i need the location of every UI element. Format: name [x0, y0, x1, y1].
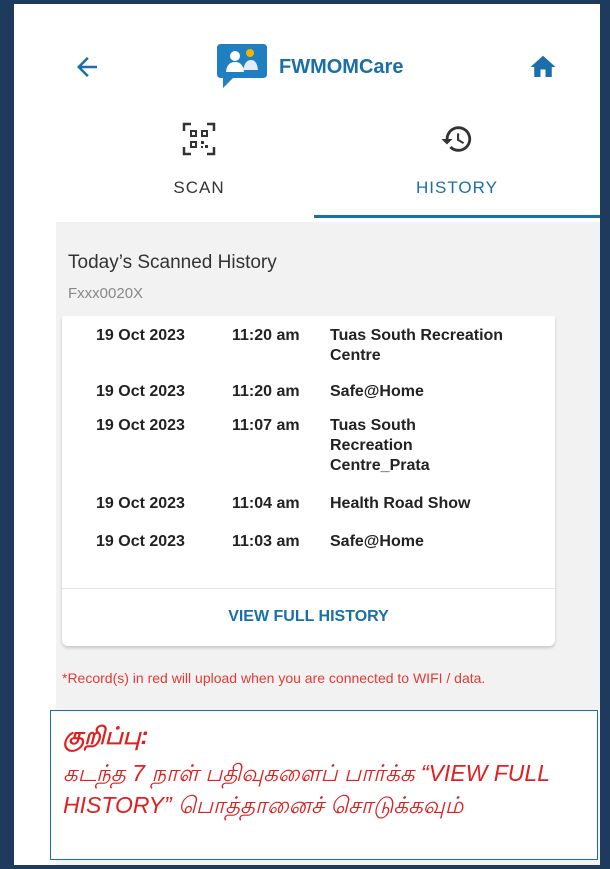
app-logo	[217, 42, 271, 90]
row-date: 19 Oct 2023	[96, 383, 185, 400]
row-time: 11:20 am	[232, 327, 300, 344]
user-id: Fxxx0020X	[68, 285, 144, 302]
view-full-history-button[interactable]: VIEW FULL HISTORY	[62, 588, 555, 646]
app-frame: FWMOMCare SCAN HISTORY Today’s Scanned H…	[14, 4, 600, 865]
tab-scan-label: SCAN	[173, 178, 225, 197]
row-location: Safe@Home	[330, 383, 424, 400]
row-location: Health Road Show	[330, 495, 471, 512]
app-title: FWMOMCare	[279, 56, 404, 78]
qr-code-icon	[182, 122, 216, 156]
tab-history-label: HISTORY	[416, 178, 498, 197]
app-header: FWMOMCare	[14, 4, 600, 108]
history-clock-icon	[441, 126, 472, 152]
row-date: 19 Oct 2023	[96, 495, 185, 512]
row-time: 11:07 am	[232, 417, 300, 434]
row-date: 19 Oct 2023	[96, 417, 185, 434]
row-location: Tuas South Recreation Centre	[330, 327, 504, 364]
active-tab-indicator	[314, 215, 600, 218]
tab-scan[interactable]: SCAN	[74, 108, 324, 222]
tab-history[interactable]: HISTORY	[314, 108, 600, 222]
home-button[interactable]	[528, 52, 558, 82]
note-heading: குறிப்பு:	[63, 723, 149, 750]
upload-notice: *Record(s) in red will upload when you a…	[62, 670, 486, 686]
row-location: Tuas South Recreation Centre_Prata	[330, 417, 430, 474]
row-time: 11:04 am	[232, 495, 300, 512]
home-icon	[530, 55, 556, 77]
app-logo-icon	[217, 44, 267, 88]
row-time: 11:03 am	[232, 533, 300, 550]
tab-bar: SCAN HISTORY	[14, 108, 600, 222]
row-date: 19 Oct 2023	[96, 327, 185, 344]
back-button[interactable]	[72, 52, 102, 82]
note-body: கடந்த 7 நாள் பதிவுகளைப் பார்க்க “VIEW FU…	[63, 760, 550, 818]
arrow-left-icon	[77, 57, 97, 77]
row-location: Safe@Home	[330, 533, 424, 550]
history-card: 19 Oct 2023 11:20 am Tuas South Recreati…	[62, 316, 555, 646]
row-date: 19 Oct 2023	[96, 533, 185, 550]
tamil-note-box: குறிப்பு: கடந்த 7 நாள் பதிவுகளைப் பார்க்…	[50, 710, 598, 860]
section-title: Today’s Scanned History	[68, 252, 277, 273]
row-time: 11:20 am	[232, 383, 300, 400]
